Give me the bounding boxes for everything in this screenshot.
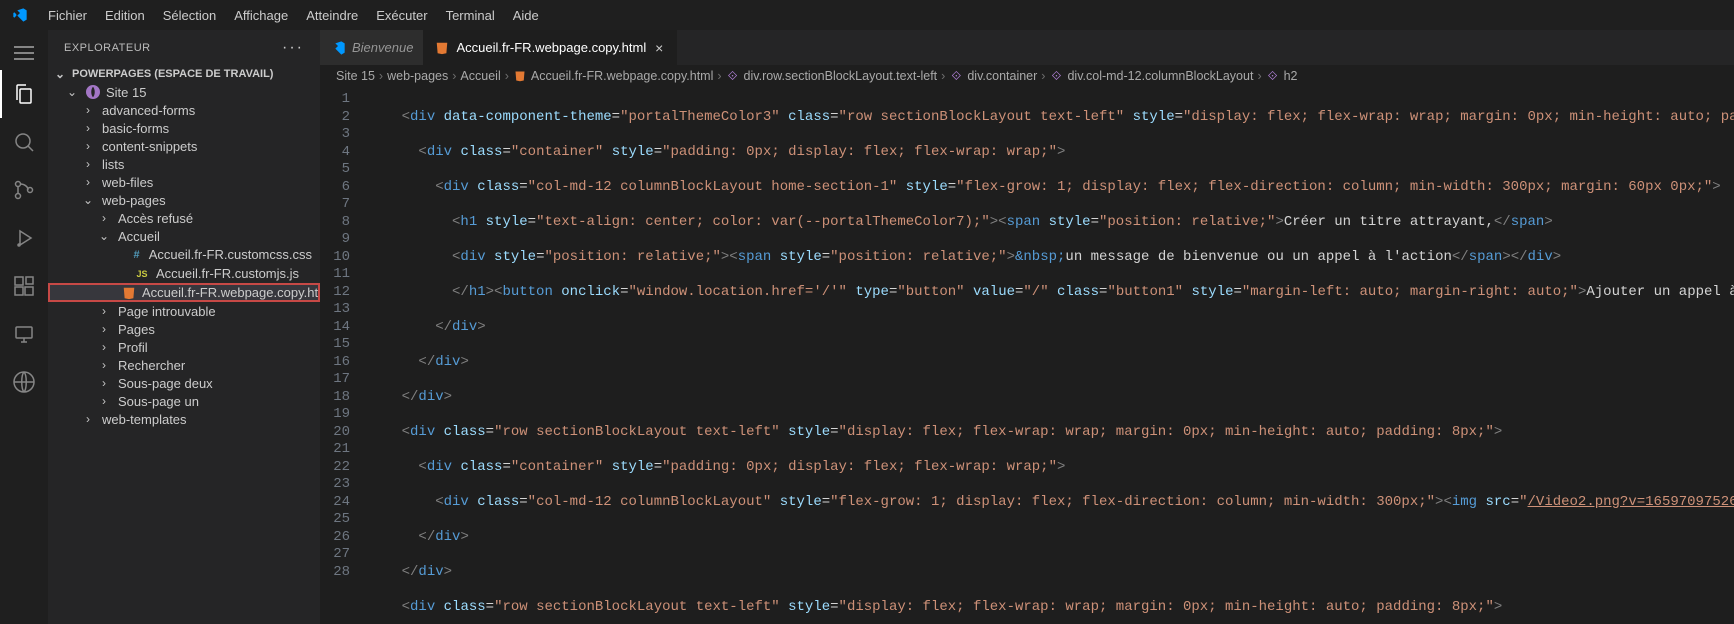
close-tab-icon[interactable]: × [652, 41, 666, 55]
brackets-icon: ⟐ [1266, 69, 1280, 83]
powerpages-activity-icon[interactable] [0, 358, 48, 406]
tree-folder[interactable]: ›web-templates [48, 410, 320, 428]
code-content[interactable]: <div data-component-theme="portalThemeCo… [368, 87, 1734, 624]
menu-affichage[interactable]: Affichage [226, 4, 296, 27]
html-file-icon [434, 40, 450, 56]
sidebar-title: EXPLORATEUR [64, 42, 151, 54]
run-debug-activity-icon[interactable] [0, 214, 48, 262]
tree-root[interactable]: ⌄ Site 15 [48, 83, 320, 101]
line-gutter: 1234567891011121314151617181920212223242… [320, 87, 368, 624]
remote-activity-icon[interactable] [0, 310, 48, 358]
menu-selection[interactable]: Sélection [155, 4, 224, 27]
sidebar-more-icon[interactable]: ··· [282, 39, 304, 57]
sidebar: EXPLORATEUR ··· ⌄POWERPAGES (ESPACE DE T… [48, 30, 320, 624]
tree-folder[interactable]: ›Accès refusé [48, 209, 320, 227]
tree-folder[interactable]: ›Pages [48, 320, 320, 338]
titlebar: Fichier Edition Sélection Affichage Atte… [0, 0, 1734, 30]
brackets-icon: ⟐ [1049, 69, 1063, 83]
vscode-icon [330, 40, 346, 56]
sidebar-header: EXPLORATEUR ··· [48, 30, 320, 65]
menu-aide[interactable]: Aide [505, 4, 547, 27]
tree-folder[interactable]: ›Sous-page un [48, 392, 320, 410]
menu-atteindre[interactable]: Atteindre [298, 4, 366, 27]
tree-file[interactable]: ·#Accueil.fr-FR.customcss.css [48, 245, 320, 264]
menu-terminal[interactable]: Terminal [438, 4, 503, 27]
tree-folder[interactable]: ›Page introuvable [48, 302, 320, 320]
hamburger-icon[interactable] [14, 52, 34, 54]
tab-bienvenue[interactable]: Bienvenue [320, 30, 424, 65]
source-control-activity-icon[interactable] [0, 166, 48, 214]
tree-file-active[interactable]: ·Accueil.fr-FR.webpage.copy.html [48, 283, 320, 302]
menu-edition[interactable]: Edition [97, 4, 153, 27]
tree-folder-accueil[interactable]: ⌄Accueil [48, 227, 320, 245]
vscode-logo-icon [12, 7, 28, 23]
css-file-icon: # [130, 247, 142, 263]
brackets-icon: ⟐ [949, 69, 963, 83]
tree-folder-webpages[interactable]: ⌄web-pages [48, 191, 320, 209]
crumb: Accueil [460, 69, 500, 83]
extensions-activity-icon[interactable] [0, 262, 48, 310]
js-file-icon: JS [134, 266, 150, 282]
brackets-icon: ⟐ [726, 69, 740, 83]
html-file-icon [122, 285, 136, 301]
tree-file[interactable]: ·JSAccueil.fr-FR.customjs.js [48, 264, 320, 283]
menu-fichier[interactable]: Fichier [40, 4, 95, 27]
tree-folder[interactable]: ›Rechercher [48, 356, 320, 374]
crumb: ⟐h2 [1266, 69, 1298, 83]
tree-folder[interactable]: ›advanced-forms [48, 101, 320, 119]
search-activity-icon[interactable] [0, 118, 48, 166]
crumb: ⟐div.container [949, 69, 1037, 83]
crumb: Site 15 [336, 69, 375, 83]
app-menu: Fichier Edition Sélection Affichage Atte… [40, 4, 547, 27]
explorer-activity-icon[interactable] [0, 70, 48, 118]
tab-accueil-html[interactable]: Accueil.fr-FR.webpage.copy.html × [424, 30, 677, 65]
tree-folder[interactable]: ›Sous-page deux [48, 374, 320, 392]
crumb: web-pages [387, 69, 448, 83]
tree-folder[interactable]: ›lists [48, 155, 320, 173]
menu-executer[interactable]: Exécuter [368, 4, 435, 27]
tree-folder[interactable]: ›basic-forms [48, 119, 320, 137]
tabs-bar: Bienvenue Accueil.fr-FR.webpage.copy.htm… [320, 30, 1734, 65]
workspace-section[interactable]: ⌄POWERPAGES (ESPACE DE TRAVAIL) [48, 65, 320, 83]
crumb: Accueil.fr-FR.webpage.copy.html [513, 69, 713, 83]
html-file-icon [513, 69, 527, 83]
activity-bar [0, 30, 48, 624]
breadcrumb[interactable]: Site 15› web-pages› Accueil› Accueil.fr-… [320, 65, 1734, 87]
editor-area: Bienvenue Accueil.fr-FR.webpage.copy.htm… [320, 30, 1734, 624]
site-icon [86, 85, 100, 99]
tree-folder[interactable]: ›content-snippets [48, 137, 320, 155]
file-tree: ⌄POWERPAGES (ESPACE DE TRAVAIL) ⌄ Site 1… [48, 65, 320, 624]
tree-folder[interactable]: ›web-files [48, 173, 320, 191]
crumb: ⟐div.row.sectionBlockLayout.text-left [726, 69, 938, 83]
tree-folder[interactable]: ›Profil [48, 338, 320, 356]
crumb: ⟐div.col-md-12.columnBlockLayout [1049, 69, 1253, 83]
code-editor[interactable]: 1234567891011121314151617181920212223242… [320, 87, 1734, 624]
